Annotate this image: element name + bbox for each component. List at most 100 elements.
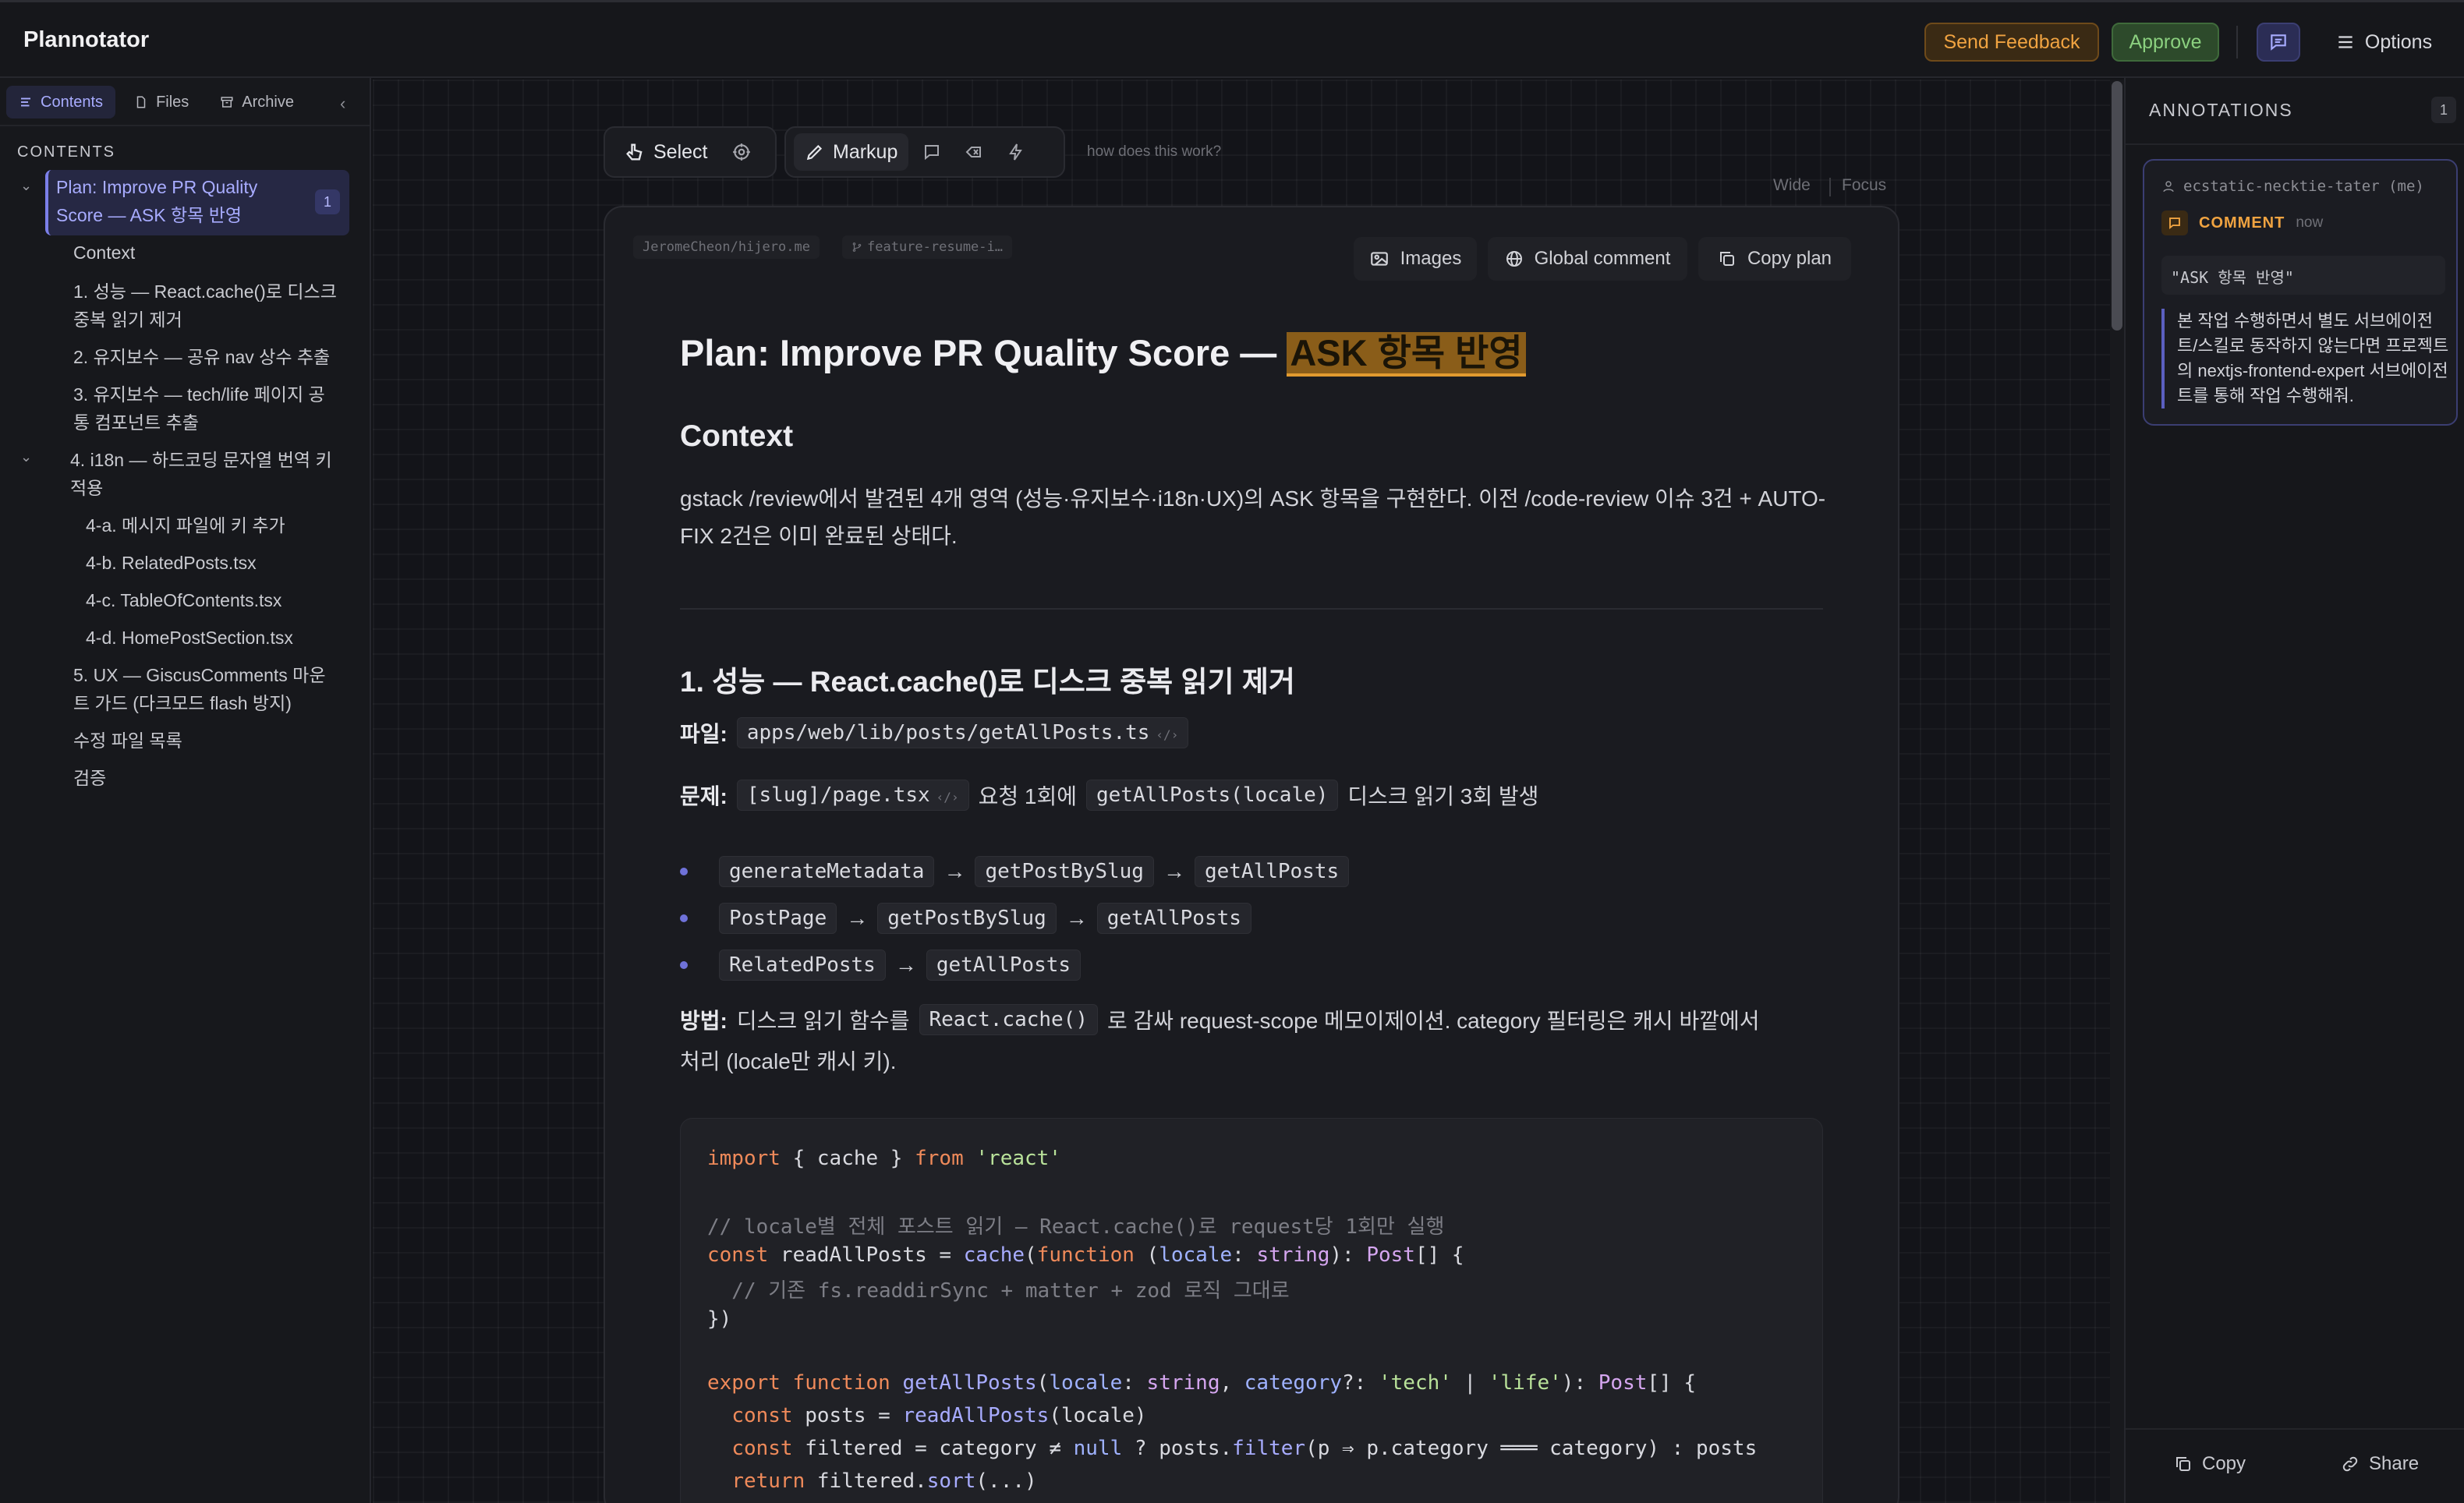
annotation-quote: "ASK 항목 반영" <box>2161 256 2445 295</box>
toc-item-section-4b[interactable]: 4-b. RelatedPosts.tsx <box>86 549 257 577</box>
eraser-icon[interactable] <box>955 133 993 171</box>
copy-icon <box>1719 252 1734 266</box>
annotations-toggle-button[interactable] <box>2257 23 2300 62</box>
annotations-count-badge: 1 <box>2431 97 2456 123</box>
annotation-type: COMMENT now <box>2161 210 2323 235</box>
code-link-icon[interactable]: ‹/› <box>1156 727 1178 742</box>
header-divider <box>2236 26 2238 58</box>
target-icon[interactable] <box>723 133 760 171</box>
toc-item-plan-title[interactable]: Plan: Improve PR Quality Score — ASK 항목 … <box>45 170 349 235</box>
select-tool-button[interactable]: Select <box>613 133 718 171</box>
tab-contents-label: Contents <box>41 93 104 111</box>
toc-item-context[interactable]: Context <box>73 239 135 267</box>
link-icon <box>2342 1456 2358 1472</box>
code-link-icon[interactable]: ‹/› <box>936 790 959 805</box>
annotations-panel: ANNOTATIONS 1 ecstatic-necktie-tater (me… <box>2124 78 2464 1503</box>
plan-title-text: Plan: Improve PR Quality Score — <box>680 332 1287 373</box>
chevron-down-icon[interactable]: ⌄ <box>20 178 32 194</box>
branch-label: feature-resume-i… <box>867 239 1003 255</box>
method-line-2: 처리 (locale만 캐시 키). <box>680 1049 897 1073</box>
problem-mid-text: 요청 1회에 <box>978 784 1077 808</box>
share-label: Share <box>2369 1453 2420 1474</box>
problem-code-1[interactable]: [slug]/page.tsx ‹/› <box>736 780 969 811</box>
toc-item-section-1[interactable]: 1. 성능 — React.cache()로 디스크 중복 읽기 제거 <box>73 278 338 334</box>
toc-item-section-4c[interactable]: 4-c. TableOfContents.tsx <box>86 586 281 614</box>
wide-view-toggle[interactable]: Wide <box>1773 176 1811 195</box>
approve-button[interactable]: Approve <box>2112 23 2219 62</box>
context-paragraph: gstack /review에서 발견된 4개 영역 (성능·유지보수·i18n… <box>680 486 1826 548</box>
options-button[interactable]: Options <box>2325 23 2442 62</box>
problem-tail-text: 디스크 읽기 3회 발생 <box>1347 784 1539 808</box>
arrow-icon: → <box>1163 859 1185 883</box>
select-tool-label: Select <box>653 140 708 163</box>
scrollbar-thumb[interactable] <box>2112 81 2122 331</box>
collapse-sidebar-icon[interactable]: ‹ <box>340 94 345 114</box>
call-chain-code: generateMetadata <box>719 856 935 887</box>
code-line: export function getAllPosts(locale: stri… <box>707 1371 1697 1395</box>
toc-item-section-4[interactable]: 4. i18n — 하드코딩 문자열 번역 키 적용 <box>70 446 343 502</box>
app-header: Plannotator Send Feedback Approve Option… <box>0 0 2464 78</box>
code-line: const readAllPosts = cache(function (loc… <box>707 1243 1464 1267</box>
annotation-count-badge: 1 <box>315 189 340 214</box>
call-chain-code: RelatedPosts <box>719 950 886 981</box>
tab-contents[interactable]: Contents <box>6 86 116 118</box>
send-feedback-button[interactable]: Send Feedback <box>1924 23 2099 62</box>
sidebar: Contents Files Archive ‹ CONTENTS ⌄ Plan… <box>0 78 371 1503</box>
toc-item-section-4a[interactable]: 4-a. 메시지 파일에 키 추가 <box>86 511 285 539</box>
comment-icon <box>2161 210 2188 235</box>
file-line: 파일: apps/web/lib/posts/getAllPosts.ts ‹/› <box>680 717 1189 748</box>
code-line: import { cache } from 'react' <box>707 1147 1061 1170</box>
method-post-text: 로 감싸 request-scope 메모이제이션. category 필터링은… <box>1107 1009 1760 1033</box>
menu-icon <box>2338 36 2352 48</box>
copy-plan-button[interactable]: Copy plan <box>1698 237 1851 281</box>
problem-code-1-text: [slug]/page.tsx <box>746 783 930 807</box>
toc-item-section-2[interactable]: 2. 유지보수 — 공유 nav 상수 추출 <box>73 343 338 371</box>
code-line: // locale별 전체 포스트 읽기 — React.cache()로 re… <box>707 1215 1445 1239</box>
images-button[interactable]: Images <box>1354 237 1477 281</box>
copy-label: Copy <box>2202 1453 2246 1474</box>
plan-document: JeromeCheon/hijero.me feature-resume-i… … <box>604 206 1899 1503</box>
repo-badge: JeromeCheon/hijero.me <box>633 235 820 259</box>
sidebar-heading: CONTENTS <box>17 143 115 161</box>
toc-item-modified-files[interactable]: 수정 파일 목록 <box>73 727 182 755</box>
method-code: React.cache() <box>919 1004 1098 1035</box>
toc-item-section-5[interactable]: 5. UX — GiscusComments 마운트 가드 (다크모드 flas… <box>73 661 338 717</box>
chevron-down-icon[interactable]: ⌄ <box>20 449 32 465</box>
copy-annotations-button[interactable]: Copy <box>2174 1453 2246 1475</box>
lightning-icon[interactable] <box>997 133 1035 171</box>
archive-icon <box>221 97 233 108</box>
list-item: PostPage → getPostBySlug → getAllPosts <box>680 903 1251 934</box>
annotation-type-label: COMMENT <box>2199 214 2285 232</box>
call-chain-code: getPostBySlug <box>877 903 1057 934</box>
annotations-footer-divider <box>2126 1428 2464 1430</box>
share-button[interactable]: Share <box>2341 1453 2419 1475</box>
markup-tool-group: Markup <box>784 126 1065 178</box>
toc-item-verification[interactable]: 검증 <box>73 764 106 792</box>
options-label: Options <box>2364 30 2433 53</box>
section-1-heading: 1. 성능 — React.cache()로 디스크 중복 읽기 제거 <box>680 666 1295 698</box>
file-label: 파일: <box>680 722 728 746</box>
toc-item-section-3[interactable]: 3. 유지보수 — tech/life 페이지 공통 컴포넌트 추출 <box>73 380 338 437</box>
call-chain-code: PostPage <box>719 903 837 934</box>
comment-tool-icon[interactable] <box>913 133 951 171</box>
tab-files-label: Files <box>156 93 189 111</box>
help-link[interactable]: how does this work? <box>1087 143 1221 161</box>
annotation-author: ecstatic-necktie-tater (me) <box>2161 178 2424 195</box>
tab-files[interactable]: Files <box>122 86 201 118</box>
method-pre-text: 디스크 읽기 함수를 <box>736 1009 910 1033</box>
tab-archive[interactable]: Archive <box>207 86 306 118</box>
global-comment-button[interactable]: Global comment <box>1488 237 1687 281</box>
toc-item-section-4d[interactable]: 4-d. HomePostSection.tsx <box>86 624 293 652</box>
file-path-code[interactable]: apps/web/lib/posts/getAllPosts.ts ‹/› <box>736 717 1189 748</box>
code-block: import { cache } from 'react' // locale별… <box>680 1118 1823 1503</box>
file-icon <box>136 96 146 108</box>
call-chain-code: getAllPosts <box>1194 856 1350 887</box>
pointer-icon <box>626 143 643 161</box>
highlighted-annotation[interactable]: ASK 항목 반영 <box>1287 332 1526 377</box>
arrow-icon: → <box>894 953 917 977</box>
app-title: Plannotator <box>23 27 150 52</box>
code-line: const posts = readAllPosts(locale) <box>731 1404 1147 1427</box>
focus-view-toggle[interactable]: Focus <box>1842 176 1886 195</box>
markup-tool-button[interactable]: Markup <box>794 133 909 171</box>
annotation-card[interactable]: ecstatic-necktie-tater (me) COMMENT now … <box>2143 159 2458 426</box>
